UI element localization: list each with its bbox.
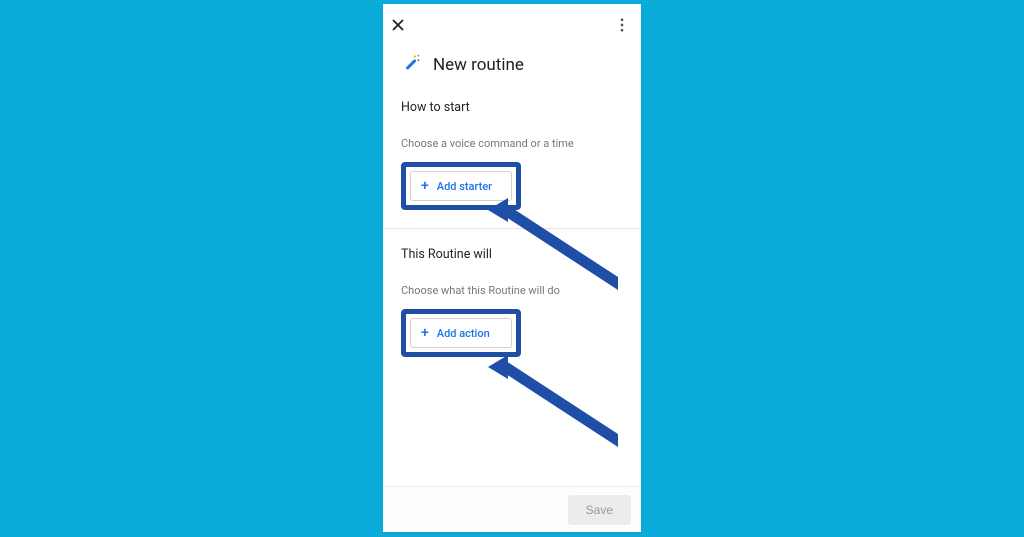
- routine-will-hint: Choose what this Routine will do: [401, 284, 623, 297]
- magic-wand-icon: [401, 52, 423, 78]
- page-title-row: New routine: [383, 46, 641, 82]
- plus-icon: +: [421, 179, 429, 193]
- close-icon[interactable]: [389, 16, 407, 34]
- how-to-start-heading: How to start: [401, 100, 623, 115]
- annotation-frame-action: + Add action: [401, 309, 521, 357]
- add-action-label: Add action: [437, 327, 490, 340]
- page-title: New routine: [433, 55, 524, 75]
- screen-header: [383, 4, 641, 46]
- screen-footer: Save: [383, 486, 641, 532]
- save-button[interactable]: Save: [568, 495, 631, 525]
- add-action-button[interactable]: + Add action: [410, 318, 512, 348]
- screen-body: How to start Choose a voice command or a…: [383, 82, 641, 486]
- add-starter-button[interactable]: + Add starter: [410, 171, 512, 201]
- add-starter-label: Add starter: [437, 180, 492, 193]
- routine-will-heading: This Routine will: [401, 247, 623, 262]
- section-divider: [383, 228, 641, 229]
- annotation-frame-starter: + Add starter: [401, 162, 521, 210]
- more-vertical-icon[interactable]: [613, 16, 631, 34]
- new-routine-screen: New routine How to start Choose a voice …: [383, 4, 641, 532]
- plus-icon: +: [421, 326, 429, 340]
- how-to-start-hint: Choose a voice command or a time: [401, 137, 623, 150]
